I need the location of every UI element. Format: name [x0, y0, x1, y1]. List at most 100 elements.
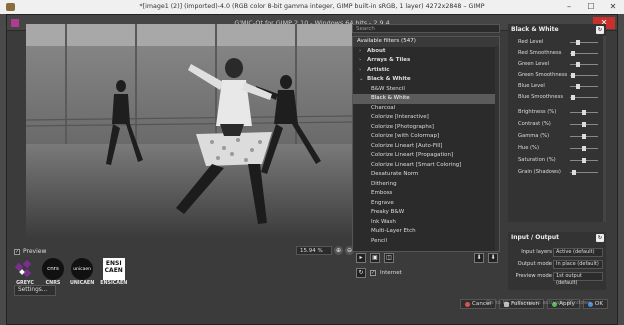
param-slider[interactable]: [570, 62, 598, 67]
filter-item[interactable]: Multi-Layer Etch: [353, 227, 499, 237]
param-slider[interactable]: [570, 170, 598, 175]
slider-handle[interactable]: [571, 95, 576, 100]
filter-item[interactable]: Dithering: [353, 180, 499, 190]
favorite-icon[interactable]: ▣: [370, 253, 380, 263]
filter-item[interactable]: Pencil: [353, 237, 499, 247]
filter-item[interactable]: Colorize Lineart [Smart Coloring]: [353, 161, 499, 171]
slider-handle[interactable]: [576, 84, 580, 89]
param-slider[interactable]: [570, 122, 598, 127]
filter-item[interactable]: Colorize [Interactive]: [353, 113, 499, 123]
param-slider-row: Hue (%): [508, 144, 604, 153]
filter-folder[interactable]: › Artistic: [353, 66, 499, 76]
filter-item[interactable]: Colorize Lineart [Propagation]: [353, 151, 499, 161]
filter-item[interactable]: Colorize [with Colormap]: [353, 132, 499, 142]
param-slider-row: Brightness (%): [508, 108, 604, 117]
param-label: Gamma (%): [518, 133, 550, 139]
chevron-right-icon[interactable]: ›: [359, 47, 367, 57]
filter-label: Black & White: [371, 95, 410, 101]
window-controls: – ☐ ✕: [558, 0, 624, 14]
reset-params-icon[interactable]: ↻: [596, 26, 604, 34]
filter-folder[interactable]: ⌄ Black & White: [353, 75, 499, 85]
import-icon[interactable]: ⬇: [488, 253, 498, 263]
param-slider[interactable]: [570, 110, 598, 115]
io-dropdown[interactable]: 1st output (default): [553, 272, 603, 286]
filter-item[interactable]: Colorize [Photographs]: [353, 123, 499, 133]
chevron-right-icon[interactable]: ›: [359, 56, 367, 66]
param-label: Red Level: [518, 39, 544, 45]
internet-checkbox[interactable]: ✓: [370, 270, 376, 276]
close-button[interactable]: ✕: [602, 0, 624, 14]
param-slider[interactable]: [570, 40, 598, 45]
filter-label: Colorize [Interactive]: [371, 114, 429, 120]
zoom-field[interactable]: 15.94 %: [296, 246, 332, 255]
slider-handle[interactable]: [572, 170, 577, 175]
preview-checkbox[interactable]: ✓: [14, 248, 20, 255]
filter-item[interactable]: B&W Stencil: [353, 85, 499, 95]
partner-logos: GREYC cnrs CNRS unicaen UNICAEN ENSI CAE…: [14, 258, 127, 286]
filter-item[interactable]: Freaky B&W: [353, 208, 499, 218]
chevron-right-icon[interactable]: ›: [359, 66, 367, 76]
filter-item[interactable]: Engrave: [353, 199, 499, 209]
io-dropdown[interactable]: In place (default): [553, 260, 603, 269]
filter-label: Arrays & Tiles: [367, 57, 411, 63]
settings-button[interactable]: Settings...: [14, 285, 56, 296]
param-label: Hue (%): [518, 145, 540, 151]
filter-label: Pencil: [371, 237, 388, 244]
param-slider[interactable]: [570, 51, 598, 56]
search-input[interactable]: Search: [352, 24, 500, 33]
preview-image[interactable]: [26, 24, 352, 240]
filter-label: Charcoal: [371, 104, 396, 111]
slider-handle[interactable]: [582, 158, 586, 163]
filter-folder[interactable]: › About: [353, 47, 499, 57]
filter-parameters-panel: Black & White ↻ Red Level Red Smoothness G…: [508, 24, 606, 222]
slider-handle[interactable]: [582, 122, 586, 127]
refresh-icon[interactable]: ↻: [356, 268, 366, 278]
maximize-button[interactable]: ☐: [580, 0, 602, 14]
slider-handle[interactable]: [576, 62, 580, 67]
reset-io-icon[interactable]: ↻: [596, 234, 604, 242]
zoom-in-icon[interactable]: ⊕: [334, 246, 343, 255]
download-icon[interactable]: ⬇: [474, 253, 484, 263]
param-label: Brightness (%): [518, 109, 557, 115]
slider-handle[interactable]: [582, 134, 586, 139]
unicaen-logo: unicaen UNICAEN: [70, 258, 94, 286]
slider-handle[interactable]: [576, 40, 580, 45]
expand-icon[interactable]: ▸: [356, 253, 366, 263]
preview-toggle[interactable]: ✓ Preview: [14, 248, 46, 255]
param-slider-row: Grain (Shadows): [508, 168, 604, 177]
param-slider-row: Blue Level: [508, 82, 604, 91]
filter-item[interactable]: Desaturate Norm: [353, 170, 499, 180]
chevron-down-icon[interactable]: ⌄: [359, 75, 367, 85]
io-label: Preview mode: [515, 273, 552, 279]
filter-item[interactable]: Colorize Lineart [Auto-Fill]: [353, 142, 499, 152]
slider-handle[interactable]: [582, 146, 586, 151]
filter-folder[interactable]: › Arrays & Tiles: [353, 56, 499, 66]
filter-item[interactable]: Emboss: [353, 189, 499, 199]
filter-label: Emboss: [371, 190, 393, 196]
filter-item[interactable]: Ink Wash: [353, 218, 499, 228]
param-slider[interactable]: [570, 134, 598, 139]
param-slider[interactable]: [570, 84, 598, 89]
param-slider-row: Blue Smoothness: [508, 93, 604, 102]
unicaen-label: UNICAEN: [70, 281, 95, 286]
param-slider[interactable]: [570, 158, 598, 163]
visibility-icon[interactable]: ◫: [384, 253, 394, 263]
slider-handle[interactable]: [571, 73, 576, 78]
filter-label: Colorize [with Colormap]: [371, 133, 440, 139]
filter-tree-scrollbar[interactable]: [495, 46, 499, 251]
filter-item[interactable]: Black & White: [353, 94, 499, 104]
param-slider-row: Red Smoothness: [508, 49, 604, 58]
io-option-row: Input layers Active (default): [508, 248, 606, 257]
filter-label: Black & White: [367, 76, 411, 82]
filter-tree-tools-right: ⬇ ⬇: [474, 253, 498, 263]
filter-tree[interactable]: Available filters (547) › About › Arrays & …: [352, 36, 500, 252]
minimize-button[interactable]: –: [558, 0, 580, 14]
slider-handle[interactable]: [582, 110, 586, 115]
param-slider[interactable]: [570, 146, 598, 151]
param-slider[interactable]: [570, 95, 598, 100]
param-slider[interactable]: [570, 73, 598, 78]
internet-update[interactable]: ↻ ✓ Internet: [356, 268, 402, 278]
filter-item[interactable]: Charcoal: [353, 104, 499, 114]
io-dropdown[interactable]: Active (default): [553, 248, 603, 257]
slider-handle[interactable]: [571, 51, 576, 56]
